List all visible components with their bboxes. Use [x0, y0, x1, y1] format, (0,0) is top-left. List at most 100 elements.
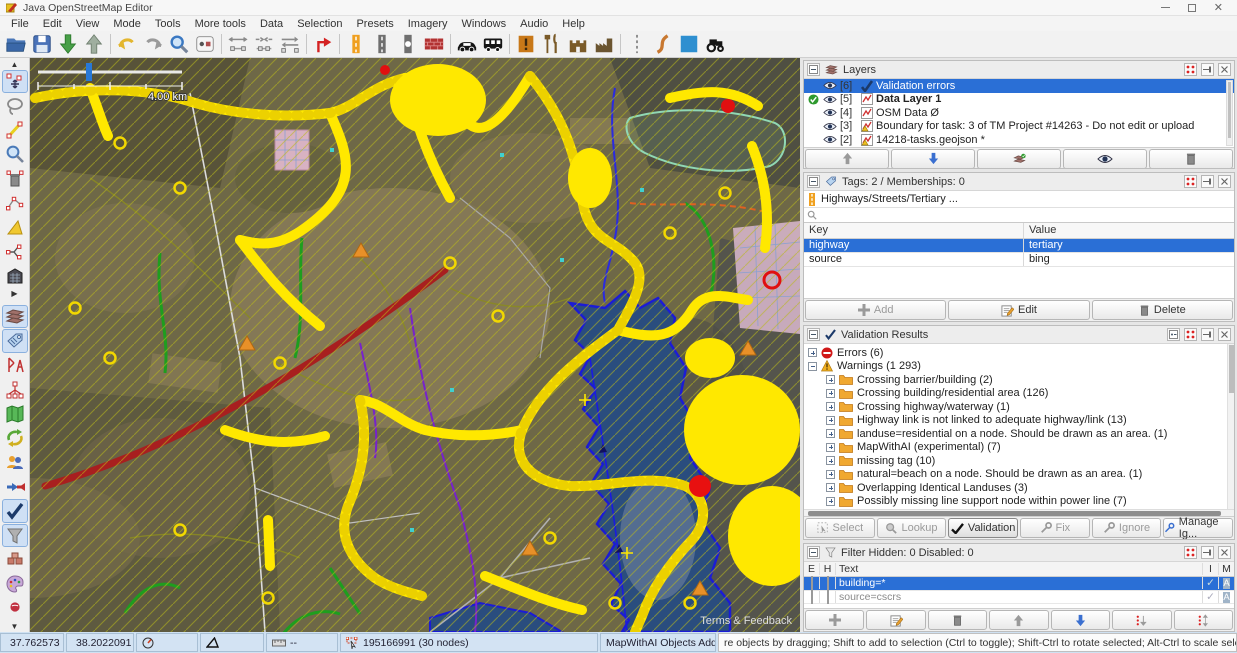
preset-row[interactable]: Highways/Streets/Tertiary ...	[804, 191, 1234, 208]
combine-ways-icon[interactable]	[277, 32, 303, 57]
layer-row-tasks-geojson[interactable]: [2] 14218-tasks.geojson *	[804, 133, 1234, 147]
expander-icon[interactable]	[826, 497, 835, 506]
warning-category-row[interactable]: Crossing barrier/building (2)	[804, 373, 1234, 387]
mapwithai-panel-toggle[interactable]	[2, 597, 28, 620]
save-icon[interactable]	[29, 32, 55, 57]
warning-category-row[interactable]: Crossing highway/waterway (1)	[804, 400, 1234, 414]
edit-filter-button[interactable]	[866, 610, 925, 630]
menu-edit[interactable]: Edit	[36, 18, 69, 30]
layer-move-down-button[interactable]	[891, 149, 975, 169]
filter-panel-toggle[interactable]	[2, 524, 28, 548]
tractor-preset-icon[interactable]	[702, 32, 728, 57]
draw-node-tool[interactable]	[2, 119, 28, 142]
enable-checkbox[interactable]	[811, 590, 813, 604]
download-icon[interactable]	[55, 32, 81, 57]
validation-button[interactable]: Validation	[948, 518, 1018, 538]
merge-nodes-icon[interactable]	[251, 32, 277, 57]
value-column-header[interactable]: Value	[1024, 223, 1234, 238]
angle-snap-tool[interactable]	[2, 216, 28, 239]
filter-results-icon[interactable]	[1167, 328, 1180, 341]
map-attribution[interactable]: Terms & Feedback	[700, 615, 792, 627]
collapse-icon[interactable]	[807, 175, 820, 188]
sidebar-more-tools[interactable]: ▶	[3, 289, 27, 300]
menu-more-tools[interactable]: More tools	[188, 18, 253, 30]
changesets-panel-toggle[interactable]	[2, 548, 28, 571]
toggle-visibility-button[interactable]	[1063, 149, 1147, 169]
reverse-order-button[interactable]	[1174, 610, 1233, 630]
validation-horizontal-scrollbar[interactable]	[804, 509, 1234, 516]
collapse-icon[interactable]	[807, 63, 820, 76]
warning-category-row[interactable]: Possibly missing line support node withi…	[804, 495, 1234, 509]
enable-checkbox[interactable]	[811, 576, 813, 590]
mappaint-panel-toggle[interactable]	[2, 573, 28, 596]
menu-view[interactable]: View	[69, 18, 107, 30]
warning-category-row[interactable]: natural=beach on a node. Should be drawn…	[804, 468, 1234, 482]
castle-preset-icon[interactable]	[565, 32, 591, 57]
select-tool[interactable]	[2, 70, 28, 94]
layer-row-data-layer-1[interactable]: [5] Data Layer 1	[804, 93, 1234, 107]
changeset-manager-toggle[interactable]	[2, 426, 28, 449]
expander-icon[interactable]	[826, 470, 835, 479]
menu-selection[interactable]: Selection	[290, 18, 349, 30]
expander-icon[interactable]	[826, 402, 835, 411]
tags-panel-toggle[interactable]	[2, 329, 28, 353]
conflicts-panel-toggle[interactable]	[2, 475, 28, 498]
undock-icon[interactable]	[1184, 546, 1197, 559]
tag-row-source[interactable]: source bing	[804, 253, 1234, 267]
open-icon[interactable]	[3, 32, 29, 57]
sort-filters-button[interactable]	[1112, 610, 1171, 630]
menu-file[interactable]: File	[4, 18, 36, 30]
layer-row-validation-errors[interactable]: [6] Validation errors	[804, 79, 1234, 93]
selection-list-panel-toggle[interactable]	[2, 354, 28, 377]
menu-help[interactable]: Help	[555, 18, 592, 30]
undock-icon[interactable]	[1184, 175, 1197, 188]
layer-row-boundary[interactable]: [3] Boundary for task: 3 of TM Project #…	[804, 120, 1234, 134]
add-tag-button[interactable]: Add	[805, 300, 946, 320]
close-panel-icon[interactable]	[1218, 175, 1231, 188]
hiding-column-header[interactable]: H	[820, 563, 836, 575]
menu-tools[interactable]: Tools	[148, 18, 188, 30]
manage-ignore-button[interactable]: Manage Ig...	[1163, 518, 1233, 538]
lasso-tool[interactable]	[2, 94, 28, 117]
menu-imagery[interactable]: Imagery	[401, 18, 455, 30]
expander-icon[interactable]	[826, 416, 835, 425]
river-preset-icon[interactable]	[650, 32, 676, 57]
close-button[interactable]: ✕	[1214, 4, 1223, 12]
eye-icon[interactable]	[823, 95, 837, 104]
car-preset-icon[interactable]	[454, 32, 480, 57]
collapse-expander-icon[interactable]	[808, 362, 817, 371]
delete-layer-button[interactable]	[1149, 149, 1233, 169]
water-preset-icon[interactable]	[676, 32, 702, 57]
redo-icon[interactable]	[140, 32, 166, 57]
relations-panel-toggle[interactable]	[2, 378, 28, 401]
warnings-group-row[interactable]: Warnings (1 293)	[804, 360, 1234, 374]
warning-category-row[interactable]: Crossing building/residential area (126)	[804, 387, 1234, 401]
works-preset-icon[interactable]	[591, 32, 617, 57]
errors-group-row[interactable]: Errors (6)	[804, 346, 1234, 360]
menu-presets[interactable]: Presets	[349, 18, 400, 30]
unglue-ways-icon[interactable]	[225, 32, 251, 57]
preferences-icon[interactable]	[192, 32, 218, 57]
eye-icon[interactable]	[823, 108, 837, 117]
search-icon[interactable]	[166, 32, 192, 57]
warning-category-row[interactable]: MapWithAI (experimental) (7)	[804, 441, 1234, 455]
sidebar-scroll-up[interactable]: ▲	[3, 59, 27, 70]
menu-windows[interactable]: Windows	[455, 18, 514, 30]
improve-way-tool[interactable]	[2, 191, 28, 214]
pin-icon[interactable]	[1201, 63, 1214, 76]
expander-icon[interactable]	[826, 375, 835, 384]
undock-icon[interactable]	[1184, 63, 1197, 76]
filter-move-down-button[interactable]	[1051, 610, 1110, 630]
expander-icon[interactable]	[826, 443, 835, 452]
layer-move-up-button[interactable]	[805, 149, 889, 169]
barrier-preset-icon[interactable]	[624, 32, 650, 57]
fix-button[interactable]: Fix	[1020, 518, 1090, 538]
menu-audio[interactable]: Audio	[513, 18, 555, 30]
minimize-button[interactable]	[1161, 7, 1170, 8]
filter-move-up-button[interactable]	[989, 610, 1048, 630]
collapse-icon[interactable]	[807, 328, 820, 341]
zoom-tool[interactable]	[2, 143, 28, 166]
add-filter-button[interactable]	[805, 610, 864, 630]
text-column-header[interactable]: Text	[836, 563, 1202, 575]
warning-category-row[interactable]: Highway link is not linked to adequate h…	[804, 414, 1234, 428]
